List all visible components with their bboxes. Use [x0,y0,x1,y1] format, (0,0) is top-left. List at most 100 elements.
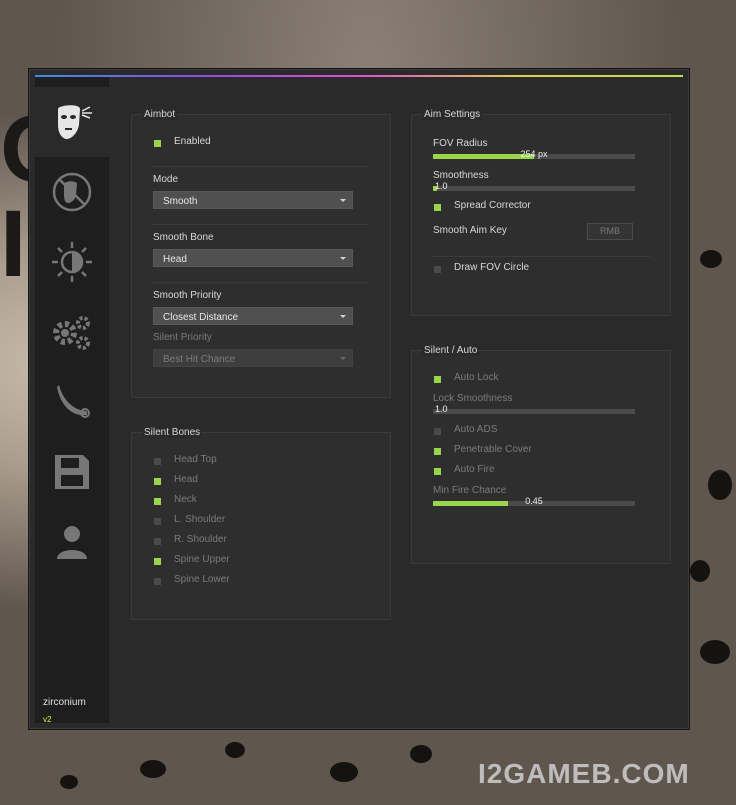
penetrable-cover-label[interactable]: Penetrable Cover [454,444,532,455]
brand-label: zirconium [43,697,86,708]
bone-label[interactable]: L. Shoulder [174,514,225,525]
min-fire-chance-slider[interactable]: 0.45 [433,496,635,506]
sidebar-item-skins[interactable] [35,367,109,437]
smooth-aim-key-button[interactable]: RMB [587,223,633,240]
bone-checkbox-head[interactable] [154,478,161,485]
debris [140,760,166,778]
version-label: v2 [43,715,52,724]
sidebar-item-config[interactable] [35,437,109,507]
debris [330,762,358,782]
no-aim-icon [52,172,92,212]
bone-checkbox-spine-lower[interactable] [154,578,161,585]
smooth-priority-dropdown[interactable]: Closest Distance [153,307,353,325]
chevron-down-icon [340,357,346,360]
smooth-bone-value: Head [163,254,187,265]
smooth-bone-label: Smooth Bone [153,232,214,243]
min-fire-chance-value: 0.45 [525,496,543,506]
sidebar-item-players[interactable] [35,507,109,577]
aim-settings-title: Aim Settings [422,109,483,120]
separator [152,166,368,167]
enabled-checkbox[interactable] [154,140,161,147]
smooth-aim-key-label: Smooth Aim Key [433,225,507,236]
draw-fov-checkbox[interactable] [434,266,441,273]
fov-radius-value: 254 px [520,149,548,159]
bone-label[interactable]: Spine Upper [174,554,230,565]
spread-corrector-checkbox[interactable] [434,204,441,211]
lock-smoothness-slider[interactable]: 1.0 [433,404,635,414]
auto-ads-checkbox[interactable] [434,428,441,435]
user-icon [57,526,87,559]
silent-auto-title: Silent / Auto [422,345,480,356]
mode-value: Smooth [163,196,198,207]
auto-fire-checkbox[interactable] [434,468,441,475]
bone-label[interactable]: Spine Lower [174,574,230,585]
auto-ads-label[interactable]: Auto ADS [454,424,497,435]
silent-bones-title: Silent Bones [142,427,203,438]
spread-corrector-label[interactable]: Spread Corrector [454,200,531,211]
knife-icon [57,385,90,418]
debris [690,560,710,582]
bone-checkbox-spine-upper[interactable] [154,558,161,565]
bone-label[interactable]: Neck [174,494,197,505]
silent-auto-group: Silent / Auto Auto Lock Lock Smoothness … [411,345,671,564]
debris [708,470,732,500]
cheat-menu-window: zirconium v2 Aimbot Enabled Mode Smooth … [28,68,690,730]
fov-radius-slider[interactable]: 254 px [433,149,635,159]
save-icon [55,455,89,489]
bone-checkbox-r-shoulder[interactable] [154,538,161,545]
smoothness-label: Smoothness [433,170,489,181]
debris [410,745,432,763]
debris [60,775,78,789]
aim-settings-group: Aim Settings FOV Radius 254 px Smoothnes… [411,109,671,316]
aimbot-group: Aimbot Enabled Mode Smooth Smooth Bone H… [131,109,391,398]
auto-lock-checkbox[interactable] [434,376,441,383]
brightness-icon [52,242,92,282]
sidebar-item-visuals[interactable] [35,227,109,297]
fov-radius-label: FOV Radius [433,138,488,149]
sidebar: zirconium v2 [35,77,110,724]
watermark: I2GAMEB.COM [478,758,690,789]
smooth-bone-dropdown[interactable]: Head [153,249,353,267]
accent-bar [35,75,683,77]
separator [152,282,368,283]
chevron-down-icon [340,315,346,318]
silent-bones-group: Silent Bones Head Top Head Neck L. Shoul… [131,427,391,620]
sidebar-item-aimbot[interactable] [35,87,110,157]
mode-dropdown[interactable]: Smooth [153,191,353,209]
silent-priority-dropdown[interactable]: Best Hit Chance [153,349,353,367]
silent-priority-label: Silent Priority [153,332,212,343]
min-fire-chance-label: Min Fire Chance [433,485,507,496]
draw-fov-label[interactable]: Draw FOV Circle [454,262,529,273]
aimbot-title: Aimbot [142,109,178,120]
lock-smoothness-label: Lock Smoothness [433,393,513,404]
separator [152,224,368,225]
aim-face-icon [57,105,92,139]
debris [700,640,730,664]
bone-checkbox-l-shoulder[interactable] [154,518,161,525]
auto-lock-label[interactable]: Auto Lock [454,372,498,383]
separator [432,256,650,257]
smooth-priority-label: Smooth Priority [153,290,222,301]
enabled-label[interactable]: Enabled [174,136,211,147]
silent-priority-value: Best Hit Chance [163,354,236,365]
penetrable-cover-checkbox[interactable] [434,448,441,455]
background-letter: I [0,191,27,297]
chevron-down-icon [340,199,346,202]
bone-label[interactable]: Head Top [174,454,217,465]
chevron-down-icon [340,257,346,260]
auto-fire-label[interactable]: Auto Fire [454,464,495,475]
bone-label[interactable]: R. Shoulder [174,534,227,545]
debris [700,250,722,268]
mode-label: Mode [153,174,179,185]
bone-label[interactable]: Head [174,474,198,485]
smoothness-slider[interactable]: 1.0 [433,181,635,191]
sidebar-item-triggerbot[interactable] [35,157,109,227]
bone-checkbox-head-top[interactable] [154,458,161,465]
smooth-priority-value: Closest Distance [163,312,239,323]
debris [225,742,245,758]
smoothness-value: 1.0 [435,181,448,191]
gears-icon [53,316,90,350]
sidebar-item-misc[interactable] [35,297,109,367]
bone-checkbox-neck[interactable] [154,498,161,505]
lock-smoothness-value: 1.0 [435,404,448,414]
